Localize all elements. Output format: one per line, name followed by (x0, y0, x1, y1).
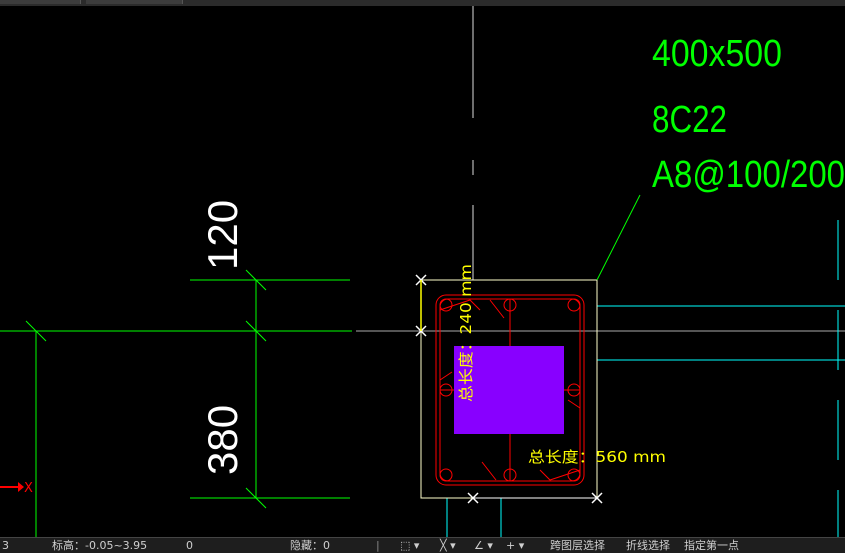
toolbar-tab[interactable] (0, 0, 81, 4)
main-rebar-label[interactable]: 8C22 (652, 99, 727, 141)
status-divider: | (376, 539, 380, 552)
plus-icon[interactable]: + ▾ (506, 538, 524, 553)
status-hidden[interactable]: 隐藏：0 (290, 538, 330, 553)
status-bar: 3 标高：-0.05~3.95 0 隐藏：0 | ⬚ ▾ ╳ ▾ ∠ ▾ + ▾… (0, 537, 845, 553)
cross-icon[interactable]: ╳ ▾ (440, 538, 456, 553)
annotation-leader (596, 194, 641, 281)
status-layer-prefix: 3 (2, 539, 9, 552)
cross-layer-select-button[interactable]: 跨图层选择 (550, 538, 605, 553)
cad-drawing-canvas[interactable]: 120 380 400x500 8C22 A8@100/200 总长度：240 … (0, 6, 845, 537)
stirrup-label[interactable]: A8@100/200 (652, 154, 845, 196)
polyline-select-button[interactable]: 折线选择 (626, 538, 670, 553)
ucs-x-label: X (24, 481, 33, 496)
rect-select-icon[interactable]: ⬚ ▾ (400, 538, 419, 553)
toolbar-tab[interactable] (86, 0, 183, 4)
dimension-top-label: 120 (199, 200, 246, 270)
ucs-x-arrow-icon (0, 482, 24, 492)
status-count: 0 (186, 539, 193, 552)
angle-icon[interactable]: ∠ ▾ (474, 538, 493, 553)
status-elevation[interactable]: 标高：-0.05~3.95 (52, 538, 147, 553)
snap-point-button[interactable]: 指定第一点 (684, 538, 739, 553)
measure-vertical-label: 总长度：240 mm (457, 264, 475, 402)
measure-horizontal-label: 总长度：560 mm (528, 448, 666, 466)
column-size-label[interactable]: 400x500 (652, 33, 782, 75)
dimension-bottom-label: 380 (199, 405, 246, 475)
